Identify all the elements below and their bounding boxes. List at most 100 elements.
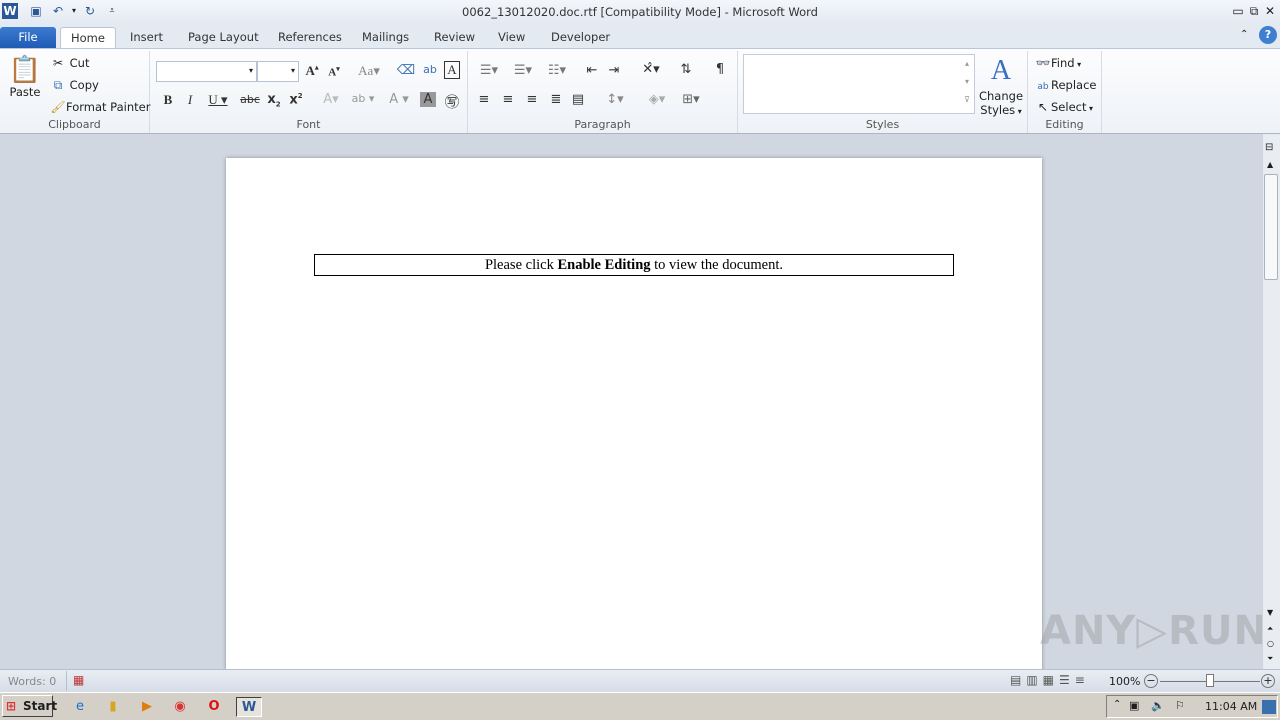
multilevel-list-icon[interactable]: ☷▾ [544,63,570,78]
clear-formatting-icon[interactable]: ⌫ [396,63,416,78]
show-desktop-icon[interactable] [1262,700,1276,714]
sort-icon[interactable]: ⇅ [676,62,696,77]
justify-icon[interactable]: ≣ [546,92,566,107]
select-button[interactable]: ↖ Select ▾ [1035,100,1093,114]
tab-developer[interactable]: Developer [541,27,620,48]
character-border-icon[interactable]: A [444,61,460,79]
change-styles-label: Change [978,89,1024,103]
shrink-font-icon[interactable]: A▾ [324,65,344,79]
zoom-in-icon[interactable]: + [1261,674,1275,688]
subscript-icon[interactable]: x2 [264,92,284,109]
proofing-icon[interactable]: ▦ [73,673,84,687]
zoom-level[interactable]: 100% [1109,675,1140,688]
opera-icon[interactable]: O [204,697,224,717]
align-right-icon[interactable]: ≡ [522,92,542,107]
close-icon[interactable]: ✕ [1262,3,1278,19]
ruler-toggle-icon[interactable]: ⊟ [1265,142,1273,153]
increase-indent-icon[interactable]: ⇥ [604,63,624,78]
font-group-label: Font [296,118,321,131]
show-formatting-icon[interactable]: ¶ [710,62,730,77]
distributed-icon[interactable]: ▤ [568,92,588,107]
show-hidden-icons[interactable]: ⌃ [1113,699,1121,710]
font-group: ▾ ▾ A▴ A▾ Aa▾ ⌫ ab A B I U ▾ abc x2 x2 A… [150,51,468,133]
view-buttons[interactable]: ▤▥▦☰≡ [1010,673,1090,687]
ie-icon[interactable]: e [70,697,90,717]
copy-button[interactable]: ⧉ Copy [50,78,99,93]
change-case-icon[interactable]: Aa▾ [356,63,382,79]
align-center-icon[interactable]: ≡ [498,92,518,107]
clipboard-group: 📋 Paste ✂ Cut ⧉ Copy 🖌Format Painter Cli… [0,51,150,133]
notice-text-post: to view the document. [650,257,784,273]
align-left-icon[interactable]: ≡ [474,92,494,107]
minimize-ribbon-icon[interactable]: ⌃ [1240,29,1248,40]
highlight-icon[interactable]: ab ▾ [348,92,378,105]
paste-button[interactable]: 📋 Paste [8,55,42,115]
explorer-icon[interactable]: ▮ [103,697,123,717]
watermark-logo: ANY▷RUN [1040,608,1268,654]
minimize-icon[interactable]: ▭ [1230,3,1246,19]
tab-review[interactable]: Review [424,27,485,48]
tab-home[interactable]: Home [60,27,116,48]
superscript-icon[interactable]: x2 [286,92,306,107]
strikethrough-icon[interactable]: abc [238,93,262,106]
italic-icon[interactable]: I [180,92,200,108]
tab-view[interactable]: View [488,27,535,48]
numbering-icon[interactable]: ☰▾ [510,63,536,78]
document-page[interactable] [226,158,1042,678]
tab-insert[interactable]: Insert [120,27,173,48]
paragraph-group-label: Paragraph [574,118,631,131]
paintbrush-icon: 🖌 [50,100,66,114]
chrome-icon[interactable]: ◉ [170,697,190,717]
zoom-out-icon[interactable]: − [1144,674,1158,688]
word-count[interactable]: Words: 0 [8,675,56,688]
character-shading-icon[interactable]: A [420,92,436,107]
zoom-slider-handle[interactable] [1206,674,1214,687]
styles-gallery[interactable] [743,54,975,114]
format-painter-button[interactable]: 🖌Format Painter [50,100,150,114]
grow-font-icon[interactable]: A▴ [302,63,322,79]
scroll-down-icon[interactable]: ▼ [1267,608,1273,617]
tab-references[interactable]: References [268,27,352,48]
scroll-up-icon[interactable]: ▲ [1267,160,1273,169]
word-taskbar-icon[interactable]: W [236,697,262,717]
flag-icon[interactable]: ⚐ [1175,699,1185,712]
status-bar: Words: 0 ▦ ▤▥▦☰≡ 100% − + [0,669,1280,692]
font-color-icon[interactable]: A ▾ [386,92,412,107]
tab-page-layout[interactable]: Page Layout [178,27,269,48]
restore-icon[interactable]: ⧉ [1246,3,1262,19]
next-page-icon[interactable]: ⏷ [1267,654,1273,664]
tab-mailings[interactable]: Mailings [352,27,419,48]
find-button[interactable]: 👓Find ▾ [1035,56,1082,70]
bullets-icon[interactable]: ☰▾ [476,63,502,78]
chevron-down-icon: ▾ [290,66,295,75]
text-effects-icon[interactable]: A▾ [318,92,344,107]
paste-icon: 📋 [8,55,42,85]
cut-button[interactable]: ✂ Cut [50,56,90,70]
enclose-characters-icon[interactable]: ㊢ [442,91,462,112]
line-spacing-icon[interactable]: ↕▾ [602,92,628,107]
underline-icon[interactable]: U ▾ [204,92,232,108]
system-tray: ⌃ ▣ 🔈 ⚐ 11:04 AM [1106,695,1278,718]
browse-object-icon[interactable]: ○ [1267,639,1274,648]
decrease-indent-icon[interactable]: ⇤ [582,63,602,78]
replace-button[interactable]: ab Replace [1035,78,1096,92]
volume-icon[interactable]: 🔈 [1151,699,1165,712]
shading-icon[interactable]: ◈▾ [644,92,670,107]
font-size-combo[interactable]: ▾ [257,61,299,82]
change-styles-button[interactable]: A Change Styles ▾ [978,53,1024,117]
gallery-scroll[interactable]: ▴ ▾ ⊽ [960,55,974,113]
borders-icon[interactable]: ⊞▾ [678,92,704,107]
help-icon[interactable]: ? [1259,26,1277,44]
previous-page-icon[interactable]: ⏶ [1267,624,1273,634]
scrollbar-thumb[interactable] [1264,174,1278,280]
network-icon[interactable]: ▣ [1129,699,1139,712]
font-name-combo[interactable]: ▾ [156,61,257,82]
phonetic-guide-icon[interactable]: ab [420,63,440,76]
clock[interactable]: 11:04 AM [1205,700,1257,713]
tab-file[interactable]: File [0,27,56,48]
start-button[interactable]: ⊞ Start [2,695,57,717]
bold-icon[interactable]: B [158,92,178,108]
asian-layout-icon[interactable]: ✕̂▾ [638,62,664,77]
paragraph-group: ☰▾ ☰▾ ☷▾ ⇤ ⇥ ✕̂▾ ⇅ ¶ ≡ ≡ ≡ ≣ ▤ ↕▾ ◈▾ ⊞▾ … [468,51,738,133]
media-player-icon[interactable]: ▶ [137,697,157,717]
